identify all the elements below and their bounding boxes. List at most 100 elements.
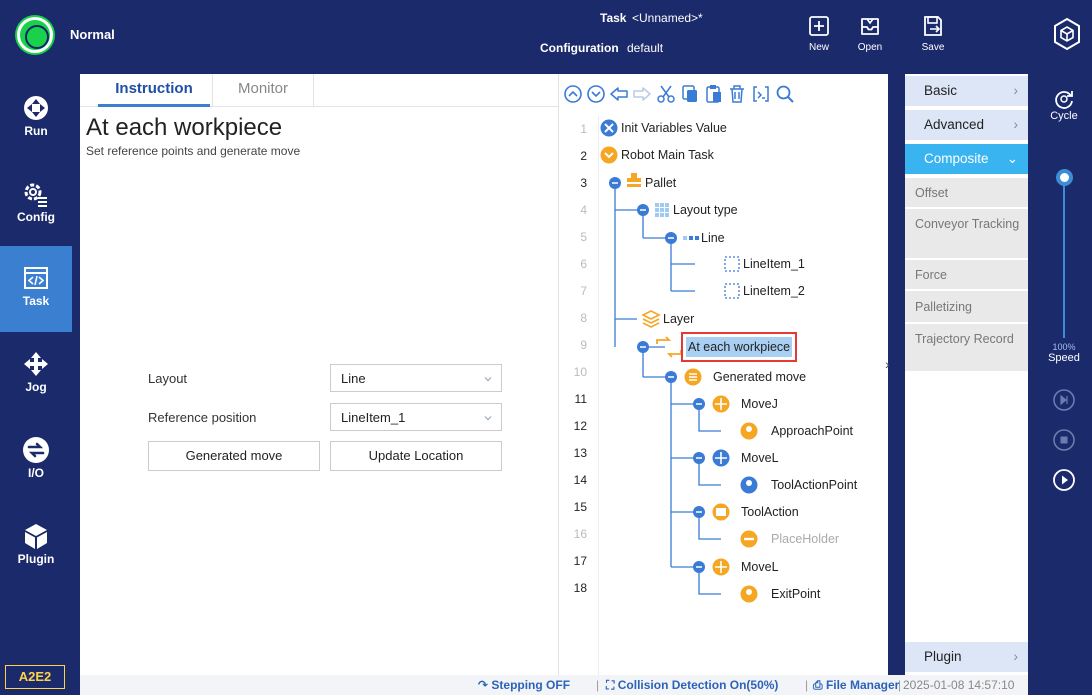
top-bar: Normal Task <Unnamed>* Configuration def… xyxy=(0,0,1092,70)
composite-item-palletizing[interactable]: Palletizing xyxy=(905,291,1028,323)
update-location-button[interactable]: Update Location xyxy=(330,441,502,471)
run-control-bar: Cycle 100% Speed xyxy=(1036,70,1092,695)
save-button-label: Save xyxy=(921,42,945,53)
tree-node[interactable]: LineItem_1 xyxy=(743,254,805,274)
nav-plugin-label: Plugin xyxy=(17,552,55,566)
tree-node[interactable]: PlaceHolder xyxy=(771,529,839,549)
speed-value: 100% xyxy=(1052,342,1076,352)
nav-task[interactable]: Task xyxy=(0,246,72,332)
nav-jog[interactable]: Jog xyxy=(0,332,72,418)
stepping-status[interactable]: ↷ Stepping OFF xyxy=(478,675,570,695)
new-button-label: New xyxy=(808,42,829,53)
speed-slider-track[interactable] xyxy=(1063,180,1065,338)
nav-io[interactable]: I/O xyxy=(0,418,72,504)
file-manager-button[interactable]: ⎙ File Manager xyxy=(813,675,899,695)
nav-jog-label: Jog xyxy=(25,380,47,394)
datetime: 2025-01-08 14:57:10 xyxy=(903,678,1015,692)
tab-monitor[interactable]: Monitor xyxy=(212,74,314,107)
step-icon[interactable] xyxy=(1052,388,1076,412)
tree-node[interactable]: Layer xyxy=(663,309,694,329)
collision-detection-status[interactable]: ⛶ Collision Detection On(50%) xyxy=(606,675,778,695)
tree-node[interactable]: Layout type xyxy=(673,200,738,220)
category-advanced[interactable]: Advanced › xyxy=(905,110,1028,140)
nav-io-label: I/O xyxy=(27,466,44,480)
composite-item-conveyor-tracking[interactable]: Conveyor Tracking xyxy=(905,209,1028,259)
status-divider: | xyxy=(898,678,902,692)
tree-node[interactable]: MoveL xyxy=(741,557,779,577)
tree-node[interactable]: LineItem_2 xyxy=(743,281,805,301)
run-icon xyxy=(24,96,48,120)
status-indicator-icon xyxy=(17,17,53,53)
layout-select[interactable]: Line xyxy=(330,364,502,392)
instruction-categories: Basic › Advanced › Composite ⌄ Offset Co… xyxy=(905,74,1028,675)
stepping-status-label: Stepping OFF xyxy=(491,678,571,692)
category-plugin-label: Plugin xyxy=(924,649,962,664)
move-arrows-icon xyxy=(24,352,48,376)
nav-plugin[interactable]: Plugin xyxy=(0,504,72,590)
io-icon xyxy=(23,437,49,463)
open-button[interactable]: Open xyxy=(845,14,895,64)
tree-node[interactable]: ExitPoint xyxy=(771,584,820,604)
save-button[interactable]: Save xyxy=(908,14,958,64)
brand-logo-icon xyxy=(1054,17,1080,51)
nav-config-label: Config xyxy=(17,210,55,224)
tree-node[interactable]: MoveJ xyxy=(741,394,778,414)
composite-item-force[interactable]: Force xyxy=(905,260,1028,290)
cycle-label: Cycle xyxy=(1050,110,1078,122)
status-divider: | xyxy=(596,678,600,692)
chevron-down-icon xyxy=(484,377,492,382)
panel-tabs: Instruction Monitor xyxy=(80,74,558,107)
speed-label: Speed xyxy=(1048,352,1080,364)
reference-position-select[interactable]: LineItem_1 xyxy=(330,403,502,431)
tree-node[interactable]: Line xyxy=(701,228,725,248)
open-button-label: Open xyxy=(857,42,883,53)
tree-node[interactable]: ToolActionPoint xyxy=(771,475,857,495)
tree-node[interactable]: MoveL xyxy=(741,448,779,468)
chevron-down-icon: ⌄ xyxy=(1006,151,1018,166)
robot-model-badge: A2E2 xyxy=(5,665,65,689)
tab-instruction[interactable]: Instruction xyxy=(98,74,210,107)
category-plugin[interactable]: Plugin › xyxy=(905,642,1028,672)
tree-node-selected[interactable]: At each workpiece xyxy=(680,332,798,362)
program-tree-panel: 1 2 3 4 5 6 7 8 9 10 11 12 13 14 15 16 1… xyxy=(558,74,890,675)
new-button[interactable]: New xyxy=(794,14,844,64)
nav-run[interactable]: Run xyxy=(0,76,72,162)
generated-move-button[interactable]: Generated move xyxy=(148,441,320,471)
nav-config[interactable]: Config xyxy=(0,162,72,248)
configuration-label: Configuration xyxy=(540,41,619,55)
line-item-icon xyxy=(724,283,740,299)
file-manager-label: File Manager xyxy=(825,678,900,692)
robot-status-text: Normal xyxy=(70,27,115,42)
tree-node[interactable]: ToolAction xyxy=(741,502,799,522)
layout-label: Layout xyxy=(148,371,188,386)
category-advanced-label: Advanced xyxy=(924,117,985,132)
category-composite-label: Composite xyxy=(924,151,989,166)
tree-node[interactable]: Generated move xyxy=(713,367,806,387)
tree-node[interactable]: ApproachPoint xyxy=(771,421,853,441)
nav-run-label: Run xyxy=(24,124,48,138)
category-composite[interactable]: Composite ⌄ xyxy=(905,144,1028,174)
layout-select-value: Line xyxy=(341,371,366,386)
pallet-icon xyxy=(627,173,641,187)
composite-item-trajectory-record[interactable]: Trajectory Record xyxy=(905,324,1028,372)
code-icon xyxy=(24,267,48,289)
layer-icon xyxy=(641,310,661,328)
speed-slider-handle[interactable] xyxy=(1056,169,1073,186)
chevron-down-icon xyxy=(484,416,492,421)
main-navigation: Run Config Task Jog I/O Plugin A2E2 xyxy=(0,70,72,695)
play-icon[interactable] xyxy=(1052,468,1076,492)
cycle-icon[interactable] xyxy=(1053,88,1075,110)
stop-icon[interactable] xyxy=(1052,428,1076,452)
file-manager-icon: ⎙ xyxy=(813,678,826,692)
collision-detection-label: Collision Detection On(50%) xyxy=(617,678,779,692)
composite-item-offset[interactable]: Offset xyxy=(905,178,1028,208)
tree-node[interactable]: Init Variables Value xyxy=(621,118,727,138)
collapse-panel-arrow-icon[interactable]: › xyxy=(885,356,890,372)
category-basic-label: Basic xyxy=(924,83,958,98)
tree-node[interactable]: Pallet xyxy=(645,173,676,193)
status-divider: | xyxy=(805,678,809,692)
tree-node[interactable]: Robot Main Task xyxy=(621,145,714,165)
category-basic[interactable]: Basic › xyxy=(905,76,1028,106)
chevron-right-icon: › xyxy=(1013,117,1019,132)
cube-icon xyxy=(25,524,47,549)
